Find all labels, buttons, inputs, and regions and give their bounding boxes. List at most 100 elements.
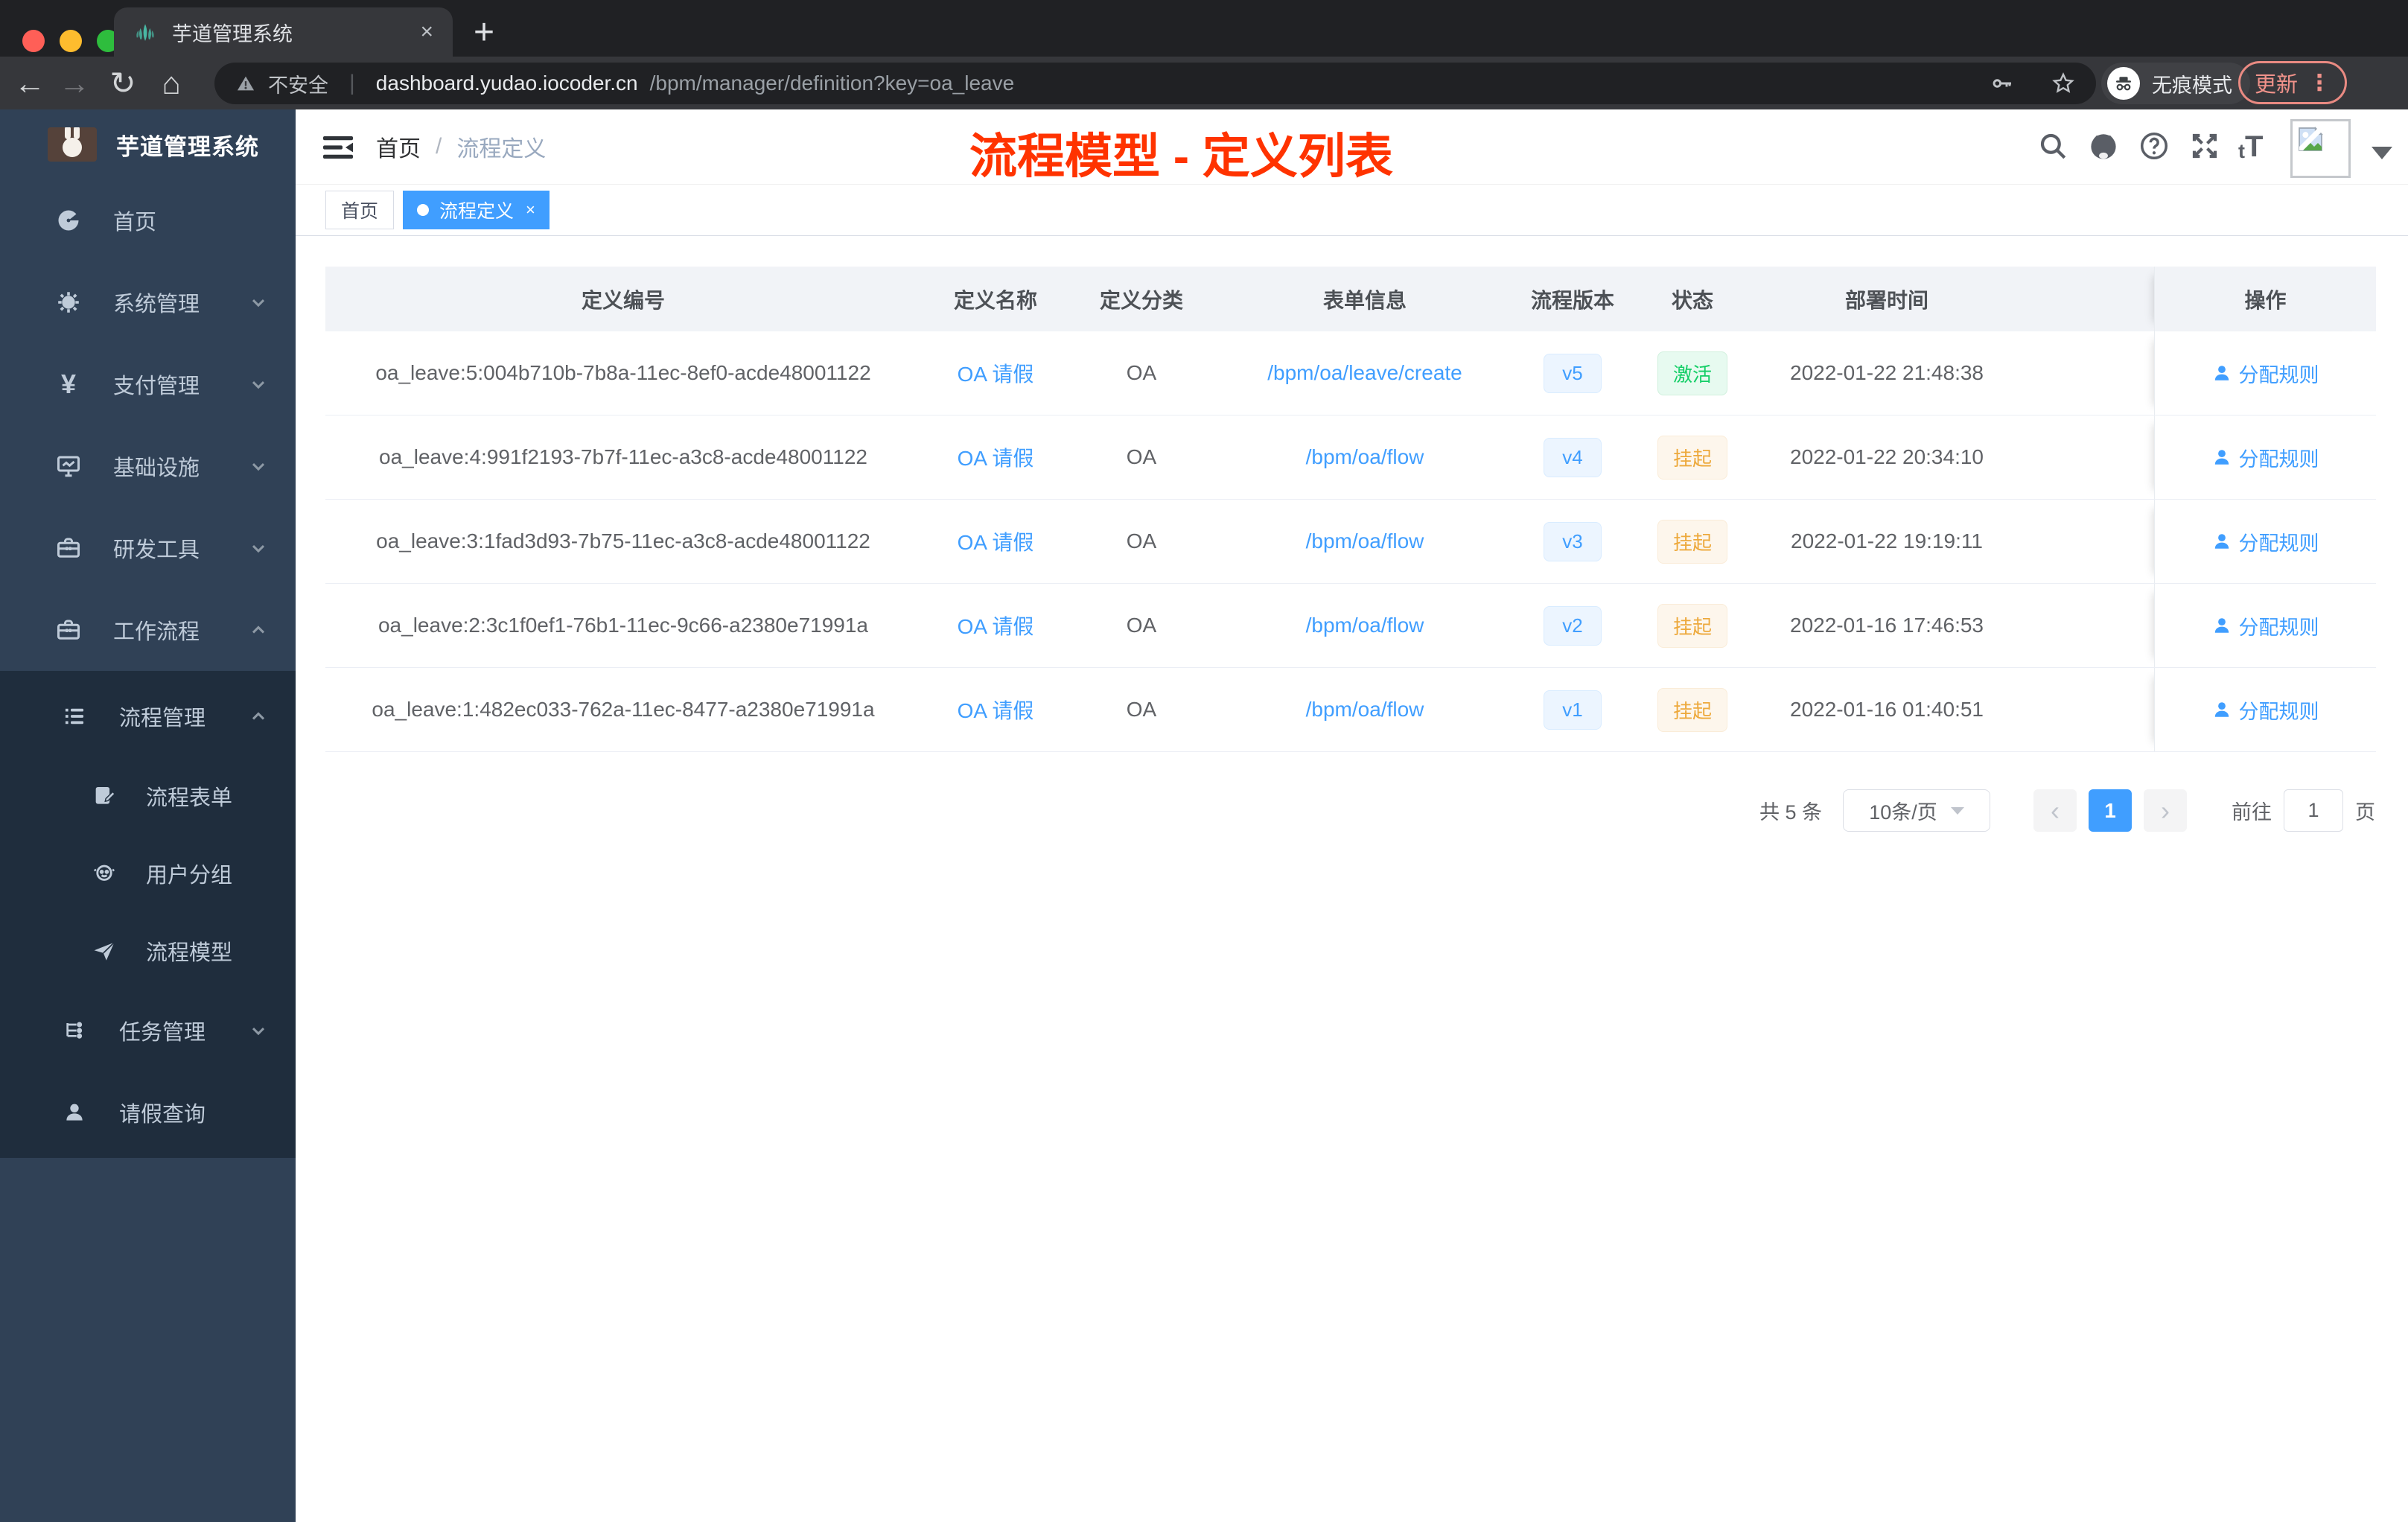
assign-rule-link[interactable]: 分配规则 bbox=[2212, 611, 2319, 640]
traffic-lights bbox=[22, 30, 119, 52]
sidebar-item-system[interactable]: 系统管理 bbox=[0, 261, 296, 343]
form-link[interactable]: /bpm/oa/flow bbox=[1306, 529, 1424, 553]
sidebar-item-process-form[interactable]: 流程表单 bbox=[0, 757, 296, 835]
minimize-window-button[interactable] bbox=[60, 30, 82, 52]
form-link[interactable]: /bpm/oa/flow bbox=[1306, 614, 1424, 637]
tree-icon bbox=[60, 1019, 89, 1042]
breadcrumb-current: 流程定义 bbox=[456, 137, 547, 162]
user-icon bbox=[2214, 450, 2229, 465]
select-caret-icon bbox=[1950, 806, 1964, 815]
form-icon bbox=[89, 783, 119, 809]
tag-close-icon[interactable]: × bbox=[526, 200, 535, 220]
sidebar-item-user-group[interactable]: 用户分组 bbox=[0, 835, 296, 912]
sidebar-item-label: 首页 bbox=[113, 211, 157, 235]
dashboard-icon bbox=[54, 207, 83, 234]
form-link[interactable]: /bpm/oa/flow bbox=[1306, 445, 1424, 468]
avatar-caret-down-icon[interactable] bbox=[2372, 147, 2392, 159]
url-host: dashboard.yudao.iocoder.cn bbox=[375, 71, 638, 95]
page-size-select[interactable]: 10条/页 bbox=[1843, 789, 1990, 832]
gear-icon bbox=[54, 289, 83, 316]
form-link[interactable]: /bpm/oa/flow bbox=[1306, 698, 1424, 721]
goto-page-input[interactable] bbox=[2284, 789, 2343, 832]
current-page-button[interactable]: 1 bbox=[2089, 789, 2132, 832]
definition-name-link[interactable]: OA 请假 bbox=[958, 531, 1034, 554]
incognito-label: 无痕模式 bbox=[2152, 74, 2232, 97]
user-icon bbox=[2214, 534, 2229, 549]
user-icon bbox=[2214, 702, 2229, 717]
status-badge: 激活 bbox=[1657, 351, 1727, 395]
status-badge: 挂起 bbox=[1657, 603, 1727, 648]
key-icon[interactable] bbox=[1990, 71, 2014, 95]
tag-active-dot bbox=[417, 204, 430, 216]
app-navbar: 首页 / 流程定义 流程模型 - 定义列表 tT bbox=[296, 109, 2408, 185]
assign-rule-link[interactable]: 分配规则 bbox=[2212, 695, 2319, 725]
sidebar-item-label: 流程管理 bbox=[119, 707, 206, 730]
chevron-up-icon bbox=[248, 620, 269, 640]
definition-table: 定义编号 定义名称 定义分类 表单信息 流程版本 状态 部署时间 操作 oa_l… bbox=[325, 267, 2376, 752]
sidebar-item-home[interactable]: 首页 bbox=[0, 179, 296, 261]
table-row: oa_leave:5:004b710b-7b8a-11ec-8ef0-acde4… bbox=[325, 331, 2376, 415]
favicon-plant-icon bbox=[133, 20, 157, 44]
new-tab-button[interactable]: + bbox=[474, 12, 494, 53]
home-icon[interactable]: ⌂ bbox=[150, 57, 192, 109]
sidebar-item-label: 系统管理 bbox=[113, 293, 200, 316]
assign-rule-link[interactable]: 分配规则 bbox=[2212, 527, 2319, 556]
sidebar-collapse-icon[interactable] bbox=[320, 130, 356, 165]
update-button[interactable]: 更新 ⋮ bbox=[2238, 61, 2347, 104]
sidebar-item-devtools[interactable]: 研发工具 bbox=[0, 507, 296, 589]
assign-rule-link[interactable]: 分配规则 bbox=[2212, 359, 2319, 388]
breadcrumb-home[interactable]: 首页 bbox=[376, 130, 421, 163]
table-row: oa_leave:4:991f2193-7b7f-11ec-a3c8-acde4… bbox=[325, 415, 2376, 500]
font-size-icon[interactable]: tT bbox=[2238, 132, 2263, 162]
sidebar-item-payment[interactable]: ¥ 支付管理 bbox=[0, 343, 296, 425]
help-icon[interactable] bbox=[2138, 130, 2170, 162]
definition-name-link[interactable]: OA 请假 bbox=[958, 447, 1034, 470]
table-header-row: 定义编号 定义名称 定义分类 表单信息 流程版本 状态 部署时间 操作 bbox=[325, 267, 2376, 331]
definition-name-link[interactable]: OA 请假 bbox=[958, 699, 1034, 722]
assign-rule-link[interactable]: 分配规则 bbox=[2212, 443, 2319, 472]
close-window-button[interactable] bbox=[22, 30, 45, 52]
fullscreen-icon[interactable] bbox=[2189, 130, 2220, 162]
sidebar-item-process-model[interactable]: 流程模型 bbox=[0, 912, 296, 990]
reload-icon[interactable]: ↻ bbox=[102, 57, 144, 109]
address-bar[interactable]: 不安全 | dashboard.yudao.iocoder.cn/bpm/man… bbox=[214, 63, 2096, 104]
definition-name-link[interactable]: OA 请假 bbox=[958, 615, 1034, 638]
pagination-total: 共 5 条 bbox=[1759, 801, 1822, 824]
prev-page-button[interactable]: ‹ bbox=[2033, 789, 2077, 832]
tag-home[interactable]: 首页 bbox=[325, 191, 395, 229]
tag-process-definition[interactable]: 流程定义 × bbox=[403, 191, 550, 229]
status-badge: 挂起 bbox=[1657, 435, 1727, 480]
browser-menu-dots-icon[interactable]: ⋮ bbox=[2308, 70, 2331, 96]
sidebar-item-process-management[interactable]: 流程管理 bbox=[0, 675, 296, 757]
col-header-action: 操作 bbox=[2154, 267, 2376, 331]
next-page-button[interactable]: › bbox=[2144, 789, 2187, 832]
bookmark-star-icon[interactable] bbox=[2051, 71, 2075, 95]
not-secure-label[interactable]: 不安全 bbox=[268, 69, 328, 98]
github-icon[interactable] bbox=[2088, 130, 2119, 162]
sidebar-item-task-management[interactable]: 任务管理 bbox=[0, 990, 296, 1072]
sidebar-logo[interactable]: 芋道管理系统 bbox=[0, 109, 296, 179]
search-icon[interactable] bbox=[2037, 130, 2068, 162]
forward-icon[interactable]: → bbox=[54, 57, 95, 109]
annotation-title: 流程模型 - 定义列表 bbox=[969, 130, 1393, 183]
chevron-up-icon bbox=[248, 706, 269, 727]
sidebar-item-infrastructure[interactable]: 基础设施 bbox=[0, 425, 296, 507]
tab-title: 芋道管理系统 bbox=[172, 22, 293, 45]
avatar[interactable] bbox=[2290, 119, 2351, 178]
col-header-name: 定义名称 bbox=[953, 288, 1037, 312]
tab-close-icon[interactable]: × bbox=[420, 21, 433, 43]
browser-tab-strip: 芋道管理系统 × + bbox=[0, 0, 2408, 57]
goto-label: 前往 bbox=[2232, 801, 2272, 824]
tags-view-bar: 首页 流程定义 × bbox=[296, 185, 2408, 236]
chevron-down-icon bbox=[248, 538, 269, 558]
definition-name-link[interactable]: OA 请假 bbox=[958, 363, 1034, 386]
goto-unit-label: 页 bbox=[2355, 801, 2375, 824]
form-link[interactable]: /bpm/oa/leave/create bbox=[1267, 361, 1462, 384]
sidebar-item-leave-query[interactable]: 请假查询 bbox=[0, 1072, 296, 1153]
sidebar: 芋道管理系统 首页 系统管理 ¥ 支付管理 基础设施 研发工具 工作流程 流程管… bbox=[0, 109, 296, 1522]
back-icon[interactable]: ← bbox=[9, 57, 51, 109]
person-icon bbox=[60, 1100, 89, 1125]
user-icon bbox=[2214, 618, 2229, 633]
browser-tab[interactable]: 芋道管理系统 × bbox=[114, 7, 453, 57]
sidebar-item-workflow[interactable]: 工作流程 bbox=[0, 589, 296, 671]
